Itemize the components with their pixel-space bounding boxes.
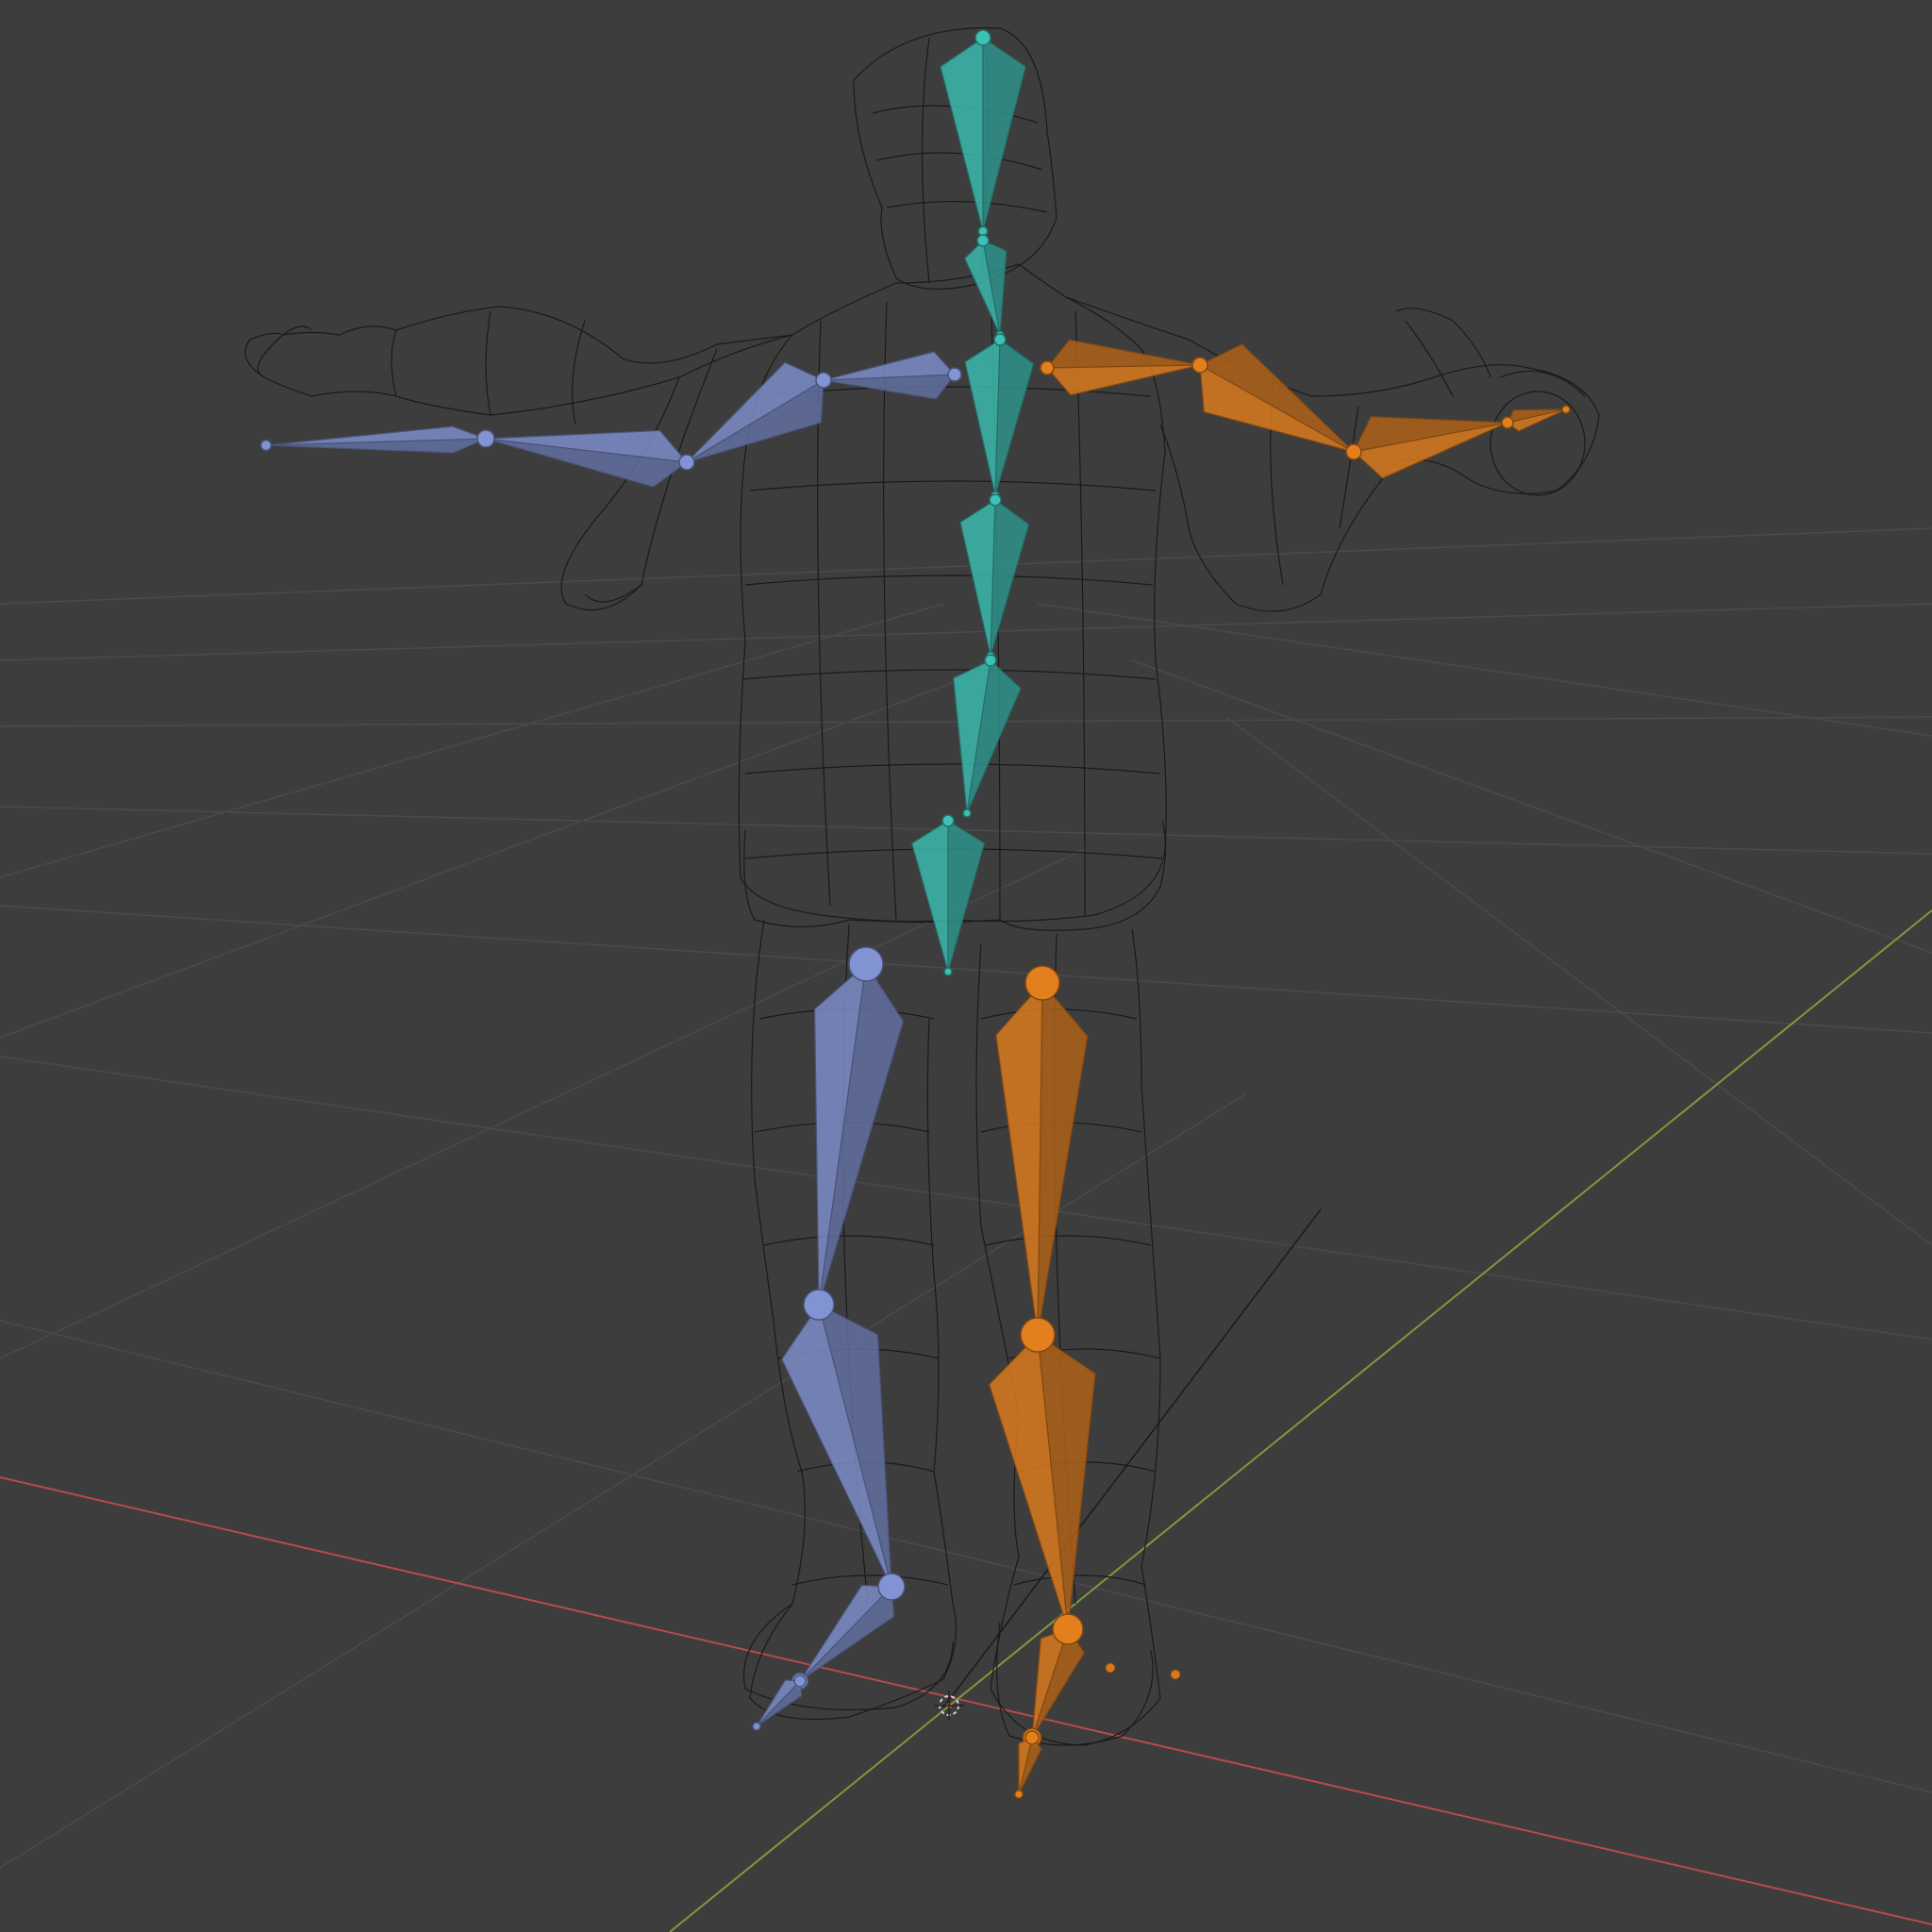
bone-head-joint[interactable] (848, 946, 884, 982)
bone-tail-joint[interactable] (962, 808, 972, 818)
bone-head-joint[interactable] (1345, 443, 1362, 460)
helper-bone-marker[interactable] (1105, 1662, 1116, 1674)
bone-neck[interactable] (964, 234, 1008, 340)
bone-face (990, 499, 1030, 657)
bone-tail-joint[interactable] (752, 1722, 761, 1731)
bone-head-joint[interactable] (974, 29, 991, 46)
bone-foot-left[interactable] (791, 1573, 906, 1690)
armature[interactable] (259, 29, 1571, 1799)
bone-upper-arm-right[interactable] (1191, 343, 1359, 458)
bone-head-joint[interactable] (1501, 416, 1514, 429)
bone-face (1046, 364, 1201, 396)
bone-forearm-left[interactable] (480, 429, 695, 488)
bone-head-joint[interactable] (476, 429, 495, 448)
bone-face (994, 339, 1035, 496)
bone-head-joint[interactable] (993, 333, 1007, 346)
bone-hips[interactable] (910, 814, 986, 976)
bone-head-joint[interactable] (678, 454, 695, 471)
bone-forearm-right[interactable] (1345, 416, 1513, 479)
bone-toe-right[interactable] (1014, 1730, 1042, 1799)
bone-shin-right[interactable] (989, 1317, 1096, 1641)
bone-head-joint[interactable] (984, 654, 997, 667)
bone-head-joint[interactable] (1052, 1613, 1084, 1645)
bone-head-joint[interactable] (1024, 965, 1060, 1001)
bone-head-joint[interactable] (941, 814, 955, 827)
bone-hand-right[interactable] (1501, 405, 1571, 432)
bone-head-joint[interactable] (1191, 357, 1208, 374)
character-mesh[interactable] (244, 27, 1600, 1746)
bone-hand-left[interactable] (259, 425, 495, 454)
bone-face (823, 351, 956, 381)
viewport-scene[interactable] (0, 0, 1932, 1932)
bone-thigh-left[interactable] (808, 946, 905, 1316)
bone-face (982, 37, 1026, 232)
bone-head-joint[interactable] (803, 1289, 835, 1321)
bone-face (1037, 982, 1089, 1336)
bone-head-joint[interactable] (877, 1573, 906, 1601)
bone-face (756, 1679, 801, 1727)
bone-spine-upper[interactable] (964, 333, 1035, 500)
bone-tail-joint[interactable] (1561, 405, 1571, 414)
bone-shoulder-left[interactable] (819, 351, 962, 400)
bone-face (995, 982, 1043, 1336)
3d-viewport[interactable] (0, 0, 1932, 1932)
bone-face (964, 339, 1001, 496)
bone-head-joint[interactable] (1040, 360, 1055, 375)
helper-bone-marker[interactable] (1170, 1669, 1181, 1680)
x-axis-line (0, 1476, 1932, 1925)
bone-spine-lower[interactable] (953, 654, 1022, 818)
bone-shin-left[interactable] (781, 1289, 902, 1597)
bone-face (1046, 339, 1201, 369)
bone-toe-left[interactable] (752, 1674, 807, 1731)
bone-face (799, 1584, 892, 1682)
bone-thigh-right[interactable] (995, 965, 1089, 1346)
bone-upper-arm-left[interactable] (681, 361, 832, 468)
bone-head-joint[interactable] (947, 367, 962, 382)
bone-tail-joint[interactable] (259, 439, 273, 452)
bone-head-joint[interactable] (989, 493, 1002, 507)
bone-head-joint[interactable] (1020, 1317, 1056, 1353)
bone-head-joint[interactable] (976, 234, 990, 247)
bone-tail-joint[interactable] (1014, 1790, 1024, 1799)
bone-head-joint[interactable] (815, 372, 832, 389)
bone-head-joint[interactable] (1024, 1730, 1040, 1745)
bone-shoulder-right[interactable] (1040, 339, 1205, 396)
bone-face (947, 820, 986, 973)
bone-face (910, 820, 949, 973)
bone-head[interactable] (940, 29, 1026, 237)
bone-head-joint[interactable] (793, 1674, 807, 1688)
bone-tail-joint[interactable] (943, 967, 953, 976)
